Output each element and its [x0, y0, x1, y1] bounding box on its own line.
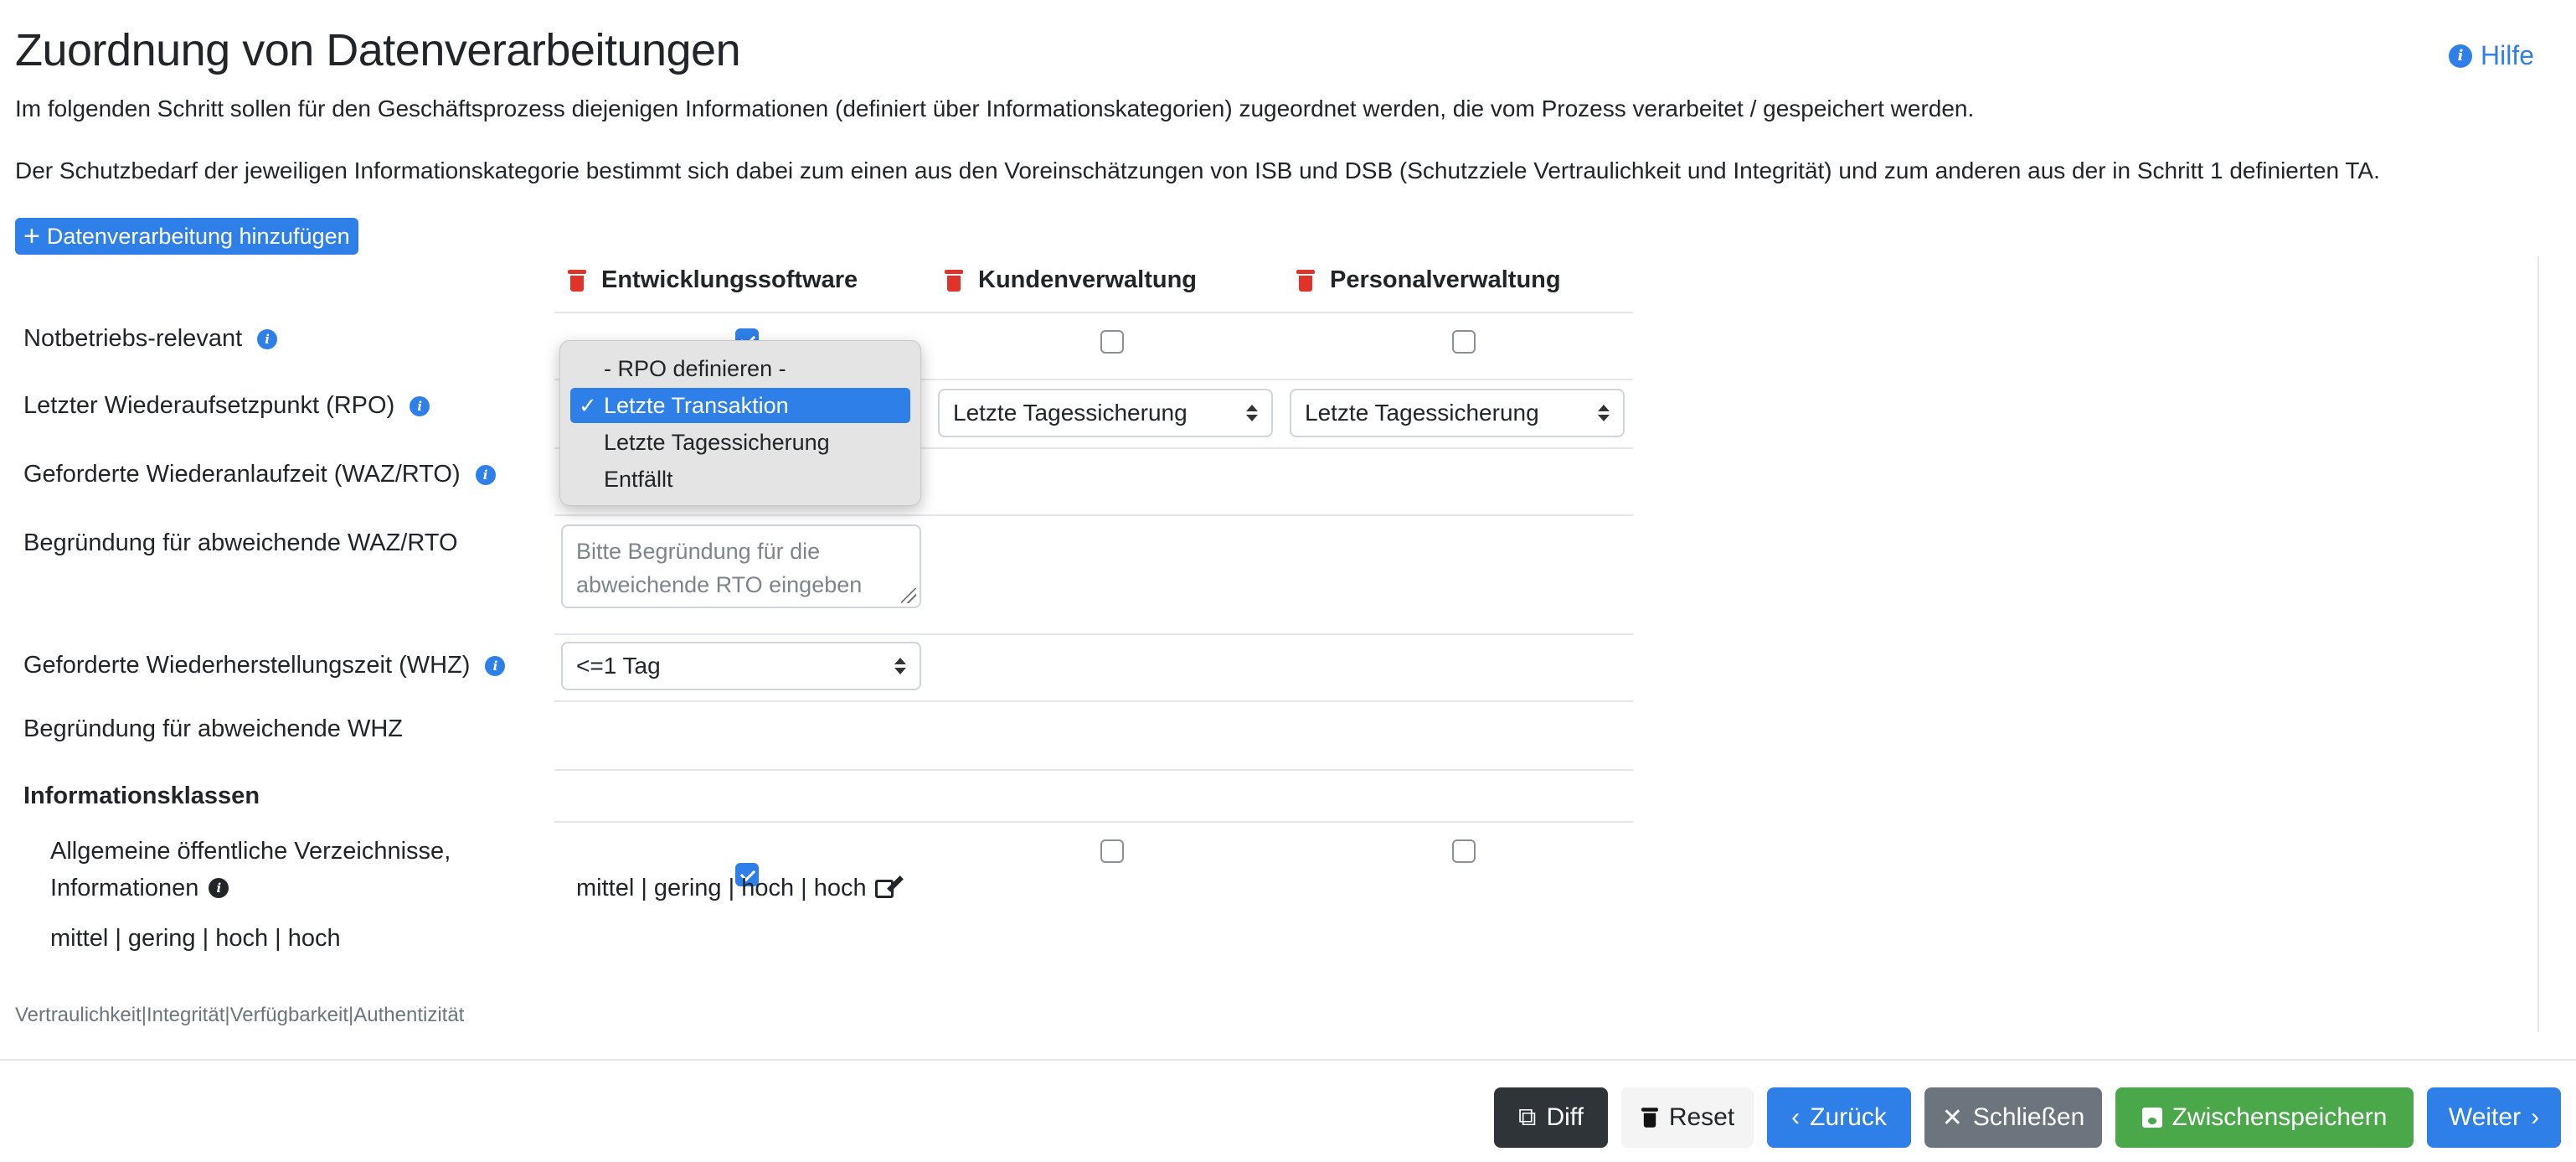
info-class-checkbox-2[interactable] [1100, 839, 1124, 863]
rto-reason-textarea[interactable]: Bitte Begründung für die abweichende RTO… [561, 524, 921, 608]
chevron-updown-icon [894, 658, 906, 674]
column-title: Kundenverwaltung [978, 266, 1198, 293]
button-label: Diff [1546, 1103, 1584, 1131]
row-label-rpo: Letzter Wiederaufsetzpunkt (RPO) i [23, 392, 430, 420]
copy-icon: ⧉ [1518, 1103, 1537, 1131]
button-label: Schließen [1972, 1103, 2085, 1131]
info-icon[interactable]: i [485, 655, 506, 676]
chevron-updown-icon [1598, 405, 1610, 421]
info-icon[interactable]: i [475, 464, 496, 485]
row-label-text: Letzter Wiederaufsetzpunkt (RPO) [23, 392, 395, 419]
row-label-text: Begründung für abweichende WHZ [23, 715, 403, 742]
row-label-whz-reason: Begründung für abweichende WHZ [23, 715, 403, 743]
option-label: Letzte Transaktion [604, 392, 789, 418]
help-label: Hilfe [2480, 40, 2534, 70]
row-label-text: Notbetriebs-relevant [23, 325, 243, 352]
select-value: Letzte Tagessicherung [1305, 400, 1539, 426]
select-value: Letzte Tagessicherung [953, 400, 1188, 426]
column-title: Personalverwaltung [1330, 266, 1561, 293]
trash-icon[interactable] [945, 269, 963, 292]
chevron-updown-icon [1246, 405, 1258, 421]
option-label: Entfällt [604, 466, 673, 492]
row-label-rto-reason: Begründung für abweichende WAZ/RTO [23, 529, 458, 557]
resize-handle-icon[interactable] [901, 588, 916, 603]
rpo-dropdown-menu[interactable]: - RPO definieren - ✓ Letzte Transaktion … [559, 340, 921, 506]
info-icon[interactable]: i [410, 395, 430, 416]
reset-button[interactable]: Reset [1621, 1087, 1754, 1148]
intro-text-2: Der Schutzbedarf der jeweiligen Informat… [15, 158, 2380, 183]
info-class-item: Allgemeine öffentliche Verzeichnisse, In… [50, 833, 451, 957]
row-divider [554, 312, 1633, 313]
button-label: Weiter [2448, 1103, 2522, 1131]
info-class-checkbox-3[interactable] [1452, 839, 1476, 863]
select-value: <=1 Tag [576, 653, 661, 679]
trash-icon [1641, 1108, 1658, 1128]
edit-icon[interactable] [874, 879, 894, 898]
dropdown-option-selected[interactable]: ✓ Letzte Transaktion [570, 388, 910, 423]
button-label: Zwischenspeichern [2172, 1103, 2388, 1131]
row-divider [554, 700, 1633, 702]
help-link[interactable]: i Hilfe [2448, 40, 2534, 71]
row-label-rto: Geforderte Wiederanlaufzeit (WAZ/RTO) i [23, 461, 496, 488]
footer-divider [0, 1059, 2576, 1061]
column-title: Entwicklungssoftware [601, 266, 858, 293]
intro-text-1: Im folgenden Schritt sollen für den Gesc… [15, 96, 1975, 121]
row-divider [554, 769, 1633, 771]
column-header-2: Kundenverwaltung [945, 266, 1197, 294]
checkmark-icon: ✓ [579, 392, 597, 418]
close-icon: ✕ [1941, 1103, 1963, 1132]
section-title-information-classes: Informationsklassen [23, 782, 260, 809]
save-icon [2141, 1108, 2162, 1128]
dropdown-option[interactable]: - RPO definieren - [570, 351, 910, 386]
levels-text: mittel | gering | hoch | hoch [576, 875, 867, 901]
next-button[interactable]: Weiter › [2427, 1087, 2561, 1148]
rpo-select-2[interactable]: Letzte Tagessicherung [938, 389, 1273, 437]
row-label-text: Geforderte Wiederanlaufzeit (WAZ/RTO) [23, 461, 461, 488]
protection-goals-legend: Vertraulichkeit|Integrität|Verfügbarkeit… [15, 1004, 465, 1026]
row-divider [554, 633, 1633, 635]
info-icon[interactable]: i [257, 328, 278, 349]
diff-button[interactable]: ⧉ Diff [1494, 1087, 1608, 1148]
row-divider [554, 514, 1633, 516]
scrollbar[interactable] [2537, 256, 2539, 1032]
chevron-right-icon: › [2531, 1103, 2540, 1131]
info-class-name-line1: Allgemeine öffentliche Verzeichnisse, [50, 838, 451, 865]
add-data-processing-button[interactable]: + Datenverarbeitung hinzufügen [15, 218, 358, 255]
column-header-1: Entwicklungssoftware [568, 266, 858, 294]
close-button[interactable]: ✕ Schließen [1924, 1087, 2102, 1148]
plus-icon: + [23, 220, 40, 252]
dropdown-option[interactable]: Entfällt [570, 462, 910, 497]
rpo-select-3[interactable]: Letzte Tagessicherung [1290, 389, 1625, 437]
back-button[interactable]: ‹ Zurück [1767, 1087, 1911, 1148]
button-label: Reset [1668, 1103, 1735, 1131]
info-icon[interactable]: i [209, 878, 229, 898]
info-icon: i [2448, 44, 2472, 68]
row-label-text: Begründung für abweichende WAZ/RTO [23, 529, 458, 556]
trash-icon[interactable] [1296, 269, 1315, 292]
dropdown-option[interactable]: Letzte Tagessicherung [570, 425, 910, 460]
row-label-whz: Geforderte Wiederherstellungszeit (WHZ) … [23, 652, 506, 679]
row-label-notbetrieb: Notbetriebs-relevant i [23, 325, 278, 353]
info-class-levels: mittel | gering | hoch | hoch [50, 925, 341, 952]
row-divider [554, 821, 1633, 823]
button-label: Zurück [1810, 1103, 1887, 1131]
save-draft-button[interactable]: Zwischenspeichern [2115, 1087, 2414, 1148]
option-label: Letzte Tagessicherung [604, 429, 830, 455]
column-header-3: Personalverwaltung [1296, 266, 1561, 294]
notbetrieb-checkbox-3[interactable] [1452, 330, 1476, 354]
whz-select-1[interactable]: <=1 Tag [561, 642, 921, 690]
textarea-placeholder: Bitte Begründung für die abweichende RTO… [576, 539, 863, 597]
add-button-label: Datenverarbeitung hinzufügen [46, 223, 350, 249]
notbetrieb-checkbox-2[interactable] [1100, 330, 1124, 354]
trash-icon[interactable] [568, 269, 586, 292]
page-title: Zuordnung von Datenverarbeitungen [15, 25, 741, 75]
chevron-left-icon: ‹ [1791, 1103, 1801, 1131]
option-label: - RPO definieren - [604, 355, 786, 381]
info-class-levels-col1: mittel | gering | hoch | hoch [576, 875, 894, 902]
info-class-name-line2: Informationen [50, 875, 199, 901]
row-label-text: Geforderte Wiederherstellungszeit (WHZ) [23, 652, 471, 679]
